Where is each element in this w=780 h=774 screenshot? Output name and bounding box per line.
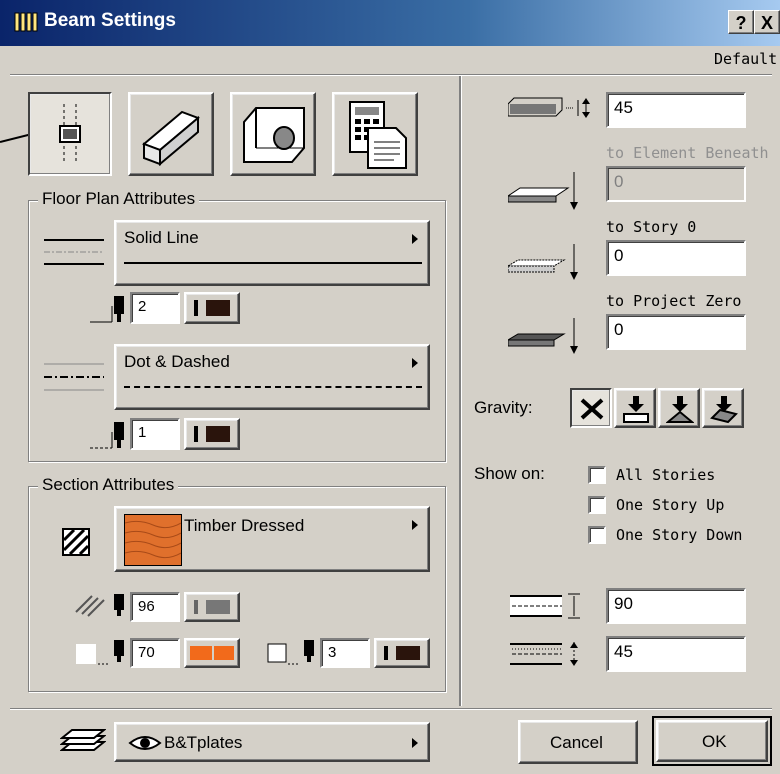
title-bar: Beam Settings ? X xyxy=(0,0,780,46)
window-title: Beam Settings xyxy=(44,10,176,31)
wood-grain-pattern xyxy=(124,520,182,559)
gravity-slab-icon xyxy=(623,396,649,423)
ok-button[interactable]: OK xyxy=(656,720,768,762)
line-type-2-dropdown[interactable]: Dot & Dashed xyxy=(114,344,430,410)
tab-listing[interactable] xyxy=(332,92,418,176)
fill-type-dropdown[interactable]: Timber Dressed xyxy=(114,506,430,572)
line-pen-2-field[interactable]: 1 xyxy=(130,418,180,450)
all-stories-checkbox[interactable] xyxy=(588,466,606,484)
gravity-mesh-button[interactable] xyxy=(702,388,744,428)
beam-app-icon xyxy=(14,12,38,32)
elevation-to-element-icon xyxy=(508,172,578,210)
to-story-field[interactable]: 0 xyxy=(606,240,746,276)
gravity-label: Gravity: xyxy=(474,398,533,417)
contour-pen-icon xyxy=(267,640,314,665)
dropdown-arrow-icon xyxy=(412,358,418,368)
beam-width-icon xyxy=(510,593,580,619)
to-project-field[interactable]: 0 xyxy=(606,314,746,350)
line-color-2-button[interactable] xyxy=(184,418,240,450)
cancel-label: Cancel xyxy=(550,733,603,752)
beam-offset-field[interactable]: 45 xyxy=(606,636,746,672)
contour-pen-field[interactable]: 3 xyxy=(320,638,370,668)
dashed-line-sample xyxy=(124,386,422,388)
eye-icon xyxy=(128,736,162,750)
layers-icon xyxy=(60,729,106,751)
to-element-label: to Element Beneath xyxy=(606,144,769,162)
fill-pen-color-button[interactable] xyxy=(184,592,240,622)
cut-fill-pen-icon xyxy=(75,594,124,617)
pen-icon xyxy=(90,422,124,449)
beam-height-field[interactable]: 45 xyxy=(606,92,746,128)
tab-section[interactable] xyxy=(230,92,316,176)
dropdown-arrow-icon xyxy=(412,738,418,748)
line-color-1-button[interactable] xyxy=(184,292,240,324)
show-on-label: Show on: xyxy=(474,464,545,483)
beam-settings-dialog: Beam Settings ? X Default Floor Plan Att… xyxy=(0,0,780,774)
tab-3d-model[interactable] xyxy=(128,92,214,176)
to-project-label: to Project Zero xyxy=(606,292,742,310)
fill-swatch xyxy=(124,514,182,566)
3d-beam-icon xyxy=(142,110,200,167)
background-pen-icon xyxy=(76,640,124,665)
calculator-document-icon xyxy=(349,101,407,169)
to-element-field[interactable]: 0 xyxy=(606,166,746,202)
line-type-1-label: Solid Line xyxy=(124,228,199,247)
dropdown-arrow-icon xyxy=(412,234,418,244)
gravity-roof-icon xyxy=(666,396,694,423)
cancel-button[interactable]: Cancel xyxy=(518,720,638,764)
fill-type-label: Timber Dressed xyxy=(184,516,305,535)
elevation-to-project-icon xyxy=(508,318,578,354)
floor-plan-group-label: Floor Plan Attributes xyxy=(38,189,200,209)
default-label[interactable]: Default xyxy=(714,50,777,68)
contour-color-button[interactable] xyxy=(374,638,430,668)
line-type-2-label: Dot & Dashed xyxy=(124,352,230,371)
one-story-up-label[interactable]: One Story Up xyxy=(616,496,724,514)
solid-line-sample xyxy=(124,262,422,264)
background-color-button[interactable] xyxy=(184,638,240,668)
help-button[interactable]: ? xyxy=(728,10,754,34)
section-group-label: Section Attributes xyxy=(38,475,179,495)
beam-width-field[interactable]: 90 xyxy=(606,588,746,624)
elevation-to-story-icon xyxy=(508,244,578,280)
top-divider xyxy=(10,74,772,76)
beam-offset-icon xyxy=(510,642,578,666)
gravity-mesh-icon xyxy=(710,396,738,424)
line-type-1-dropdown[interactable]: Solid Line xyxy=(114,220,430,286)
line-type-2-preview-icon xyxy=(44,363,104,391)
line-type-preview-icon xyxy=(44,239,104,265)
pen-icon xyxy=(90,296,124,323)
gravity-none-button[interactable] xyxy=(570,388,612,428)
section-view-icon xyxy=(243,107,305,163)
footer-divider xyxy=(10,708,772,710)
ok-label: OK xyxy=(702,732,727,751)
no-gravity-icon xyxy=(580,398,604,420)
close-button[interactable]: X xyxy=(754,10,780,34)
background-pen-field[interactable]: 70 xyxy=(130,638,180,668)
to-story-label: to Story 0 xyxy=(606,218,697,236)
tab-floor-plan[interactable] xyxy=(28,92,112,176)
gravity-slab-button[interactable] xyxy=(614,388,656,428)
line-pen-1-field[interactable]: 2 xyxy=(130,292,180,324)
ok-button-default-frame: OK xyxy=(652,716,772,766)
layer-label: B&Tplates xyxy=(164,733,243,752)
floor-plan-beam-icon xyxy=(59,104,81,164)
all-stories-label[interactable]: All Stories xyxy=(616,466,715,484)
hatch-pattern-icon xyxy=(62,528,90,556)
layer-dropdown[interactable]: B&Tplates xyxy=(114,722,430,762)
gravity-roof-button[interactable] xyxy=(658,388,700,428)
vertical-divider xyxy=(459,76,462,706)
beam-height-icon xyxy=(508,97,590,118)
one-story-down-checkbox[interactable] xyxy=(588,526,606,544)
dropdown-arrow-icon xyxy=(412,520,418,530)
fill-pen-field[interactable]: 96 xyxy=(130,592,180,622)
one-story-down-label[interactable]: One Story Down xyxy=(616,526,742,544)
one-story-up-checkbox[interactable] xyxy=(588,496,606,514)
